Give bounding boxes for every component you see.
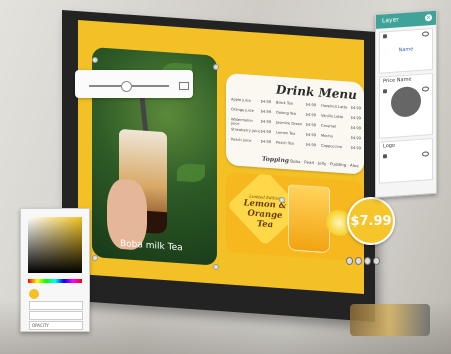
menu-item-price: $4.99 bbox=[260, 139, 271, 145]
lemon-drink-image bbox=[288, 184, 330, 254]
resize-handle[interactable] bbox=[92, 255, 98, 261]
menu-title: Drink Menu bbox=[276, 82, 357, 103]
menu-item-price: $4.99 bbox=[260, 119, 271, 125]
layer-item-price[interactable]: Price Name bbox=[379, 72, 433, 139]
counter-equipment bbox=[350, 304, 430, 336]
layer-panel[interactable]: Layer × Name Price Name Logo bbox=[375, 9, 437, 199]
topping-row: Topping Boba · Pearl · Jelly · Pudding ·… bbox=[262, 156, 359, 170]
delete-icon[interactable] bbox=[364, 257, 371, 265]
promo-name: Lemon & Orange Tea bbox=[243, 198, 287, 231]
menu-item-name: Peach juice bbox=[231, 137, 252, 143]
topping-list: Boba · Pearl · Jelly · Pudding · Aloe bbox=[290, 158, 359, 169]
slider-knob[interactable] bbox=[121, 81, 132, 92]
menu-column-juices: Apple juice $4.99 Orange juice $4.99 Waterme… bbox=[231, 97, 271, 150]
resize-handle[interactable] bbox=[213, 264, 219, 270]
promo-card[interactable]: Limited Edition Lemon & Orange Tea bbox=[226, 172, 364, 262]
price-badge-thumbnail bbox=[391, 85, 421, 118]
hue-slider[interactable] bbox=[28, 279, 82, 283]
leaf-decoration bbox=[177, 162, 205, 183]
layer-label: Price Name bbox=[383, 76, 412, 85]
eye-icon[interactable] bbox=[422, 151, 429, 157]
topping-label: Topping bbox=[262, 155, 290, 165]
resize-handle[interactable] bbox=[92, 57, 98, 63]
menu-item: Peach juice $4.99 bbox=[231, 137, 271, 150]
menu-item-price: $4.99 bbox=[350, 145, 361, 151]
image-icon[interactable] bbox=[179, 82, 189, 90]
scale-icon[interactable] bbox=[355, 257, 362, 265]
photo-caption: Boba milk Tea bbox=[120, 238, 183, 254]
menu-item-price: $4.99 bbox=[305, 122, 316, 128]
element-toolbar[interactable] bbox=[346, 257, 380, 265]
menu-item-price: $4.99 bbox=[305, 102, 316, 108]
menu-item-name: Peach Tea bbox=[276, 140, 294, 146]
layer-panel-header: Layer × bbox=[376, 10, 436, 29]
layer-label: Logo bbox=[383, 142, 395, 150]
menu-item-price: $4.99 bbox=[260, 129, 271, 135]
more-icon[interactable] bbox=[373, 257, 380, 265]
saturation-square[interactable] bbox=[28, 217, 82, 273]
resize-handle[interactable] bbox=[213, 64, 219, 70]
menu-column-teas: Black Tea $4.99 Oolong Tea $4.99 Jasmine Gre… bbox=[276, 100, 316, 153]
price-badge[interactable]: $7.99 bbox=[347, 197, 395, 245]
menu-column-coffee: Hazelnut Latte $4.99 Vanilla Latte $4.99 Car… bbox=[321, 104, 361, 157]
lock-icon[interactable] bbox=[383, 154, 387, 159]
eye-icon[interactable] bbox=[422, 86, 429, 92]
opacity-field[interactable]: OPACITY bbox=[29, 321, 83, 330]
menu-item-name: Cappuccino bbox=[321, 143, 342, 150]
menu-item-price: $4.99 bbox=[260, 99, 271, 105]
lock-icon[interactable] bbox=[383, 89, 387, 94]
menu-item: Peach Tea $4.99 bbox=[276, 140, 316, 153]
rotate-icon[interactable] bbox=[346, 257, 353, 265]
color-picker-panel[interactable]: OPACITY bbox=[20, 208, 90, 332]
menu-item-price: $4.99 bbox=[305, 112, 316, 118]
opacity-slider-panel[interactable] bbox=[75, 70, 193, 98]
rgb-field[interactable] bbox=[29, 311, 83, 320]
menu-item-price: $4.99 bbox=[260, 109, 271, 115]
layer-panel-title: Layer bbox=[382, 16, 399, 25]
layer-item-name[interactable]: Name bbox=[379, 27, 433, 74]
resize-handle[interactable] bbox=[279, 197, 285, 203]
drink-menu-card[interactable]: Drink Menu Apple juice $4.99 Orange juice $… bbox=[226, 73, 364, 175]
color-swatch[interactable] bbox=[29, 289, 39, 299]
layer-item-logo[interactable]: Logo bbox=[379, 137, 433, 184]
close-icon[interactable]: × bbox=[425, 14, 432, 22]
menu-item: Cappuccino $4.99 bbox=[321, 144, 361, 157]
menu-item-price: $4.99 bbox=[305, 132, 316, 138]
hex-field[interactable] bbox=[29, 301, 83, 310]
lock-icon[interactable] bbox=[383, 34, 387, 39]
menu-item-price: $4.99 bbox=[305, 142, 316, 148]
